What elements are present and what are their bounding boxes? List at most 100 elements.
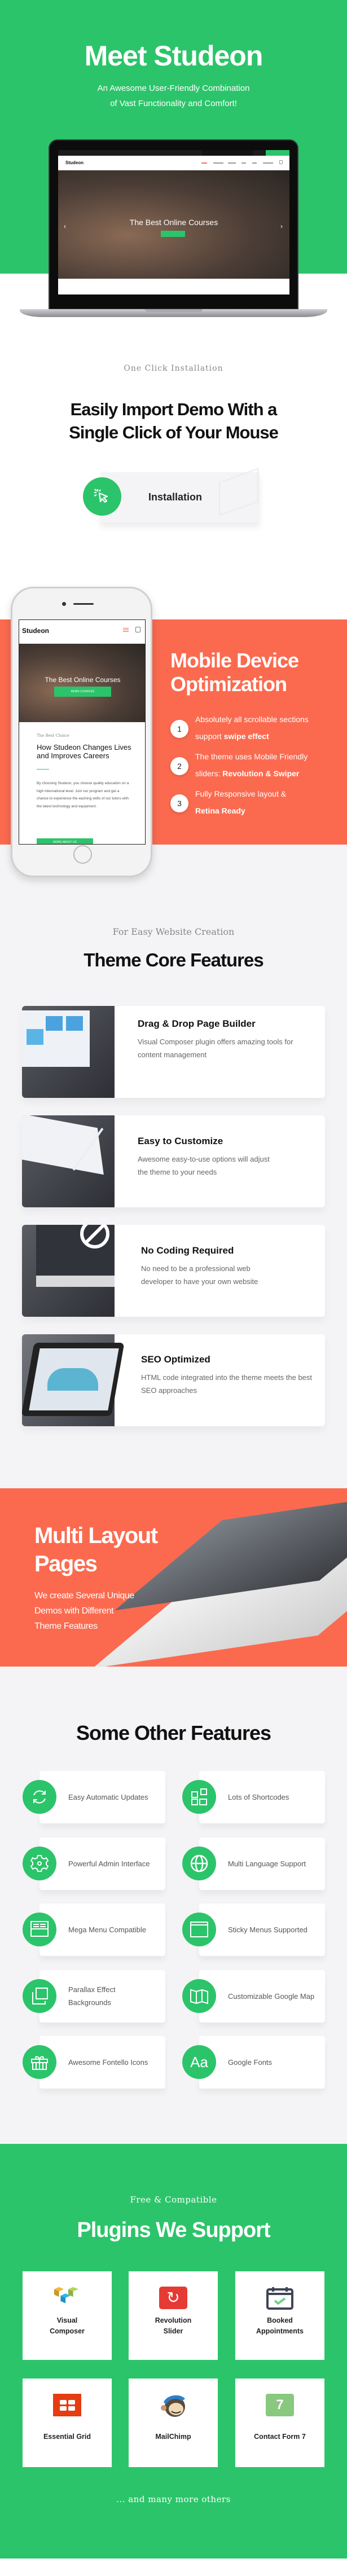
number-badge: 3 — [170, 794, 188, 812]
number-badge: 2 — [170, 757, 188, 775]
number-badge: 1 — [170, 720, 188, 738]
font-icon: Aa — [182, 2045, 216, 2079]
phone-camera — [62, 602, 66, 606]
laptop-notch — [145, 309, 203, 312]
phone-slide-button: MORE COURCES — [54, 687, 111, 697]
feature-item: Multi Language Support — [199, 1837, 325, 1890]
mobile-item-text-bold: Retina Ready — [195, 806, 245, 815]
seo-image — [22, 1334, 125, 1426]
install-eyebrow: One Click Installation — [124, 364, 223, 373]
hero-subtitle-line: An Awesome User-Friendly Combination — [97, 83, 250, 93]
mobile-item-text-regular: Fully Responsive layout & — [195, 789, 287, 798]
feature-item: Sticky Menus Supported — [199, 1904, 325, 1956]
plugin-name-line: MailChimp — [155, 2433, 191, 2441]
hero-subtitle: An Awesome User-Friendly Combination of … — [0, 81, 347, 111]
feature-card: SEO Optimized HTML code integrated into … — [22, 1334, 325, 1426]
box-icon — [219, 468, 258, 516]
mobile-title-line: Mobile Device — [170, 649, 299, 672]
feature-item-label: Easy Automatic Updates — [68, 1793, 148, 1801]
plugin-name-line: Slider — [163, 2327, 183, 2335]
feature-card-desc: No need to be a professional web develop… — [141, 1264, 258, 1286]
customize-image — [22, 1115, 115, 1207]
plugin-name-line: Contact Form 7 — [254, 2433, 306, 2441]
plugin-name: Booked Appointments — [235, 2315, 324, 2337]
plugins-footer: ... and many more others — [116, 2494, 231, 2504]
next-arrow-icon: › — [280, 222, 283, 230]
plugin-name: Revolution Slider — [129, 2315, 218, 2337]
feature-card-desc: Visual Composer plugin offers amazing to… — [138, 1038, 293, 1059]
plugins-eyebrow: Free & Compatible — [130, 2195, 217, 2205]
core-title: Theme Core Features — [84, 949, 263, 970]
multi-layout-title: Multi Layout Pages — [34, 1522, 158, 1578]
plugin-card: Booked Appointments — [235, 2271, 324, 2360]
feature-item: Easy Automatic Updates — [39, 1771, 165, 1823]
feature-item: Lots of Shortcodes — [199, 1771, 325, 1823]
feature-item: Parallax Effect Backgrounds — [39, 1970, 165, 2023]
cf7-badge: 7 — [266, 2394, 294, 2416]
plugin-name-line: Appointments — [256, 2327, 304, 2335]
laptop-search — [202, 150, 253, 156]
laptop-topbar — [58, 150, 289, 156]
laptop-hero-image: The Best Online Courses ‹ › — [58, 170, 289, 279]
feature-card-title: Easy to Customize — [138, 1136, 223, 1146]
installation-label: Installation — [148, 491, 203, 503]
phone-home-button — [73, 845, 92, 864]
plugin-name: Contact Form 7 — [235, 2432, 324, 2442]
plugins-title: Plugins We Support — [77, 2218, 270, 2242]
mobile-item-text: Fully Responsive layout & Retina Ready — [195, 785, 308, 819]
mobile-item-text-bold: swipe effect — [223, 732, 269, 741]
nav-item — [228, 162, 236, 164]
multi-layout-title-line: Pages — [34, 1551, 98, 1576]
feature-item-label: Sticky Menus Supported — [228, 1926, 308, 1934]
gear-icon — [23, 1846, 56, 1880]
feature-item-label: Customizable Google Map — [228, 1992, 315, 2001]
visual-composer-icon — [53, 2286, 81, 2310]
no-coding-image — [22, 1225, 115, 1317]
plugin-card: Essential Grid — [23, 2379, 112, 2467]
phone-heading: How Studeon Changes Lives and Improves C… — [37, 743, 131, 760]
install-heading-line: Single Click of Your Mouse — [69, 423, 279, 442]
nav-item — [213, 162, 223, 164]
feature-card-title: No Coding Required — [141, 1245, 234, 1256]
feature-card: No Coding Required No need to be a profe… — [22, 1225, 325, 1317]
laptop-register-button — [266, 150, 289, 156]
phone-logo: Studeon — [22, 627, 49, 635]
installation-button[interactable]: Installation — [100, 468, 260, 522]
cart-icon — [135, 627, 140, 632]
laptop-screen: Studeon The Best Online Courses ‹ › — [58, 150, 289, 294]
plugin-name-line: Essential Grid — [43, 2433, 91, 2441]
feature-item-label: Google Fonts — [228, 2058, 273, 2067]
cart-icon — [279, 160, 283, 164]
multi-layout-desc-line: Theme Features — [34, 1621, 98, 1631]
mailchimp-icon — [159, 2393, 187, 2417]
phone-speaker — [73, 603, 94, 605]
feature-item: Google Fonts — [199, 2036, 325, 2089]
mega-menu-icon — [23, 1913, 56, 1946]
layers-icon — [23, 1979, 56, 2013]
multi-layout-desc-line: Demos with Different — [34, 1606, 114, 1616]
nav-item — [201, 162, 207, 164]
hamburger-icon — [123, 628, 129, 632]
phone-eyebrow: The Best Choice — [37, 733, 69, 738]
plugin-name: MailChimp — [129, 2432, 218, 2442]
calendar-check-icon — [266, 2286, 294, 2310]
shortcodes-icon — [182, 1780, 216, 1814]
mobile-item-text-bold: Revolution & Swiper — [222, 769, 300, 778]
feature-item-label: Parallax Effect Backgrounds — [68, 1985, 116, 2007]
feature-item-label: Multi Language Support — [228, 1859, 306, 1868]
revolution-slider-icon: ↻ — [159, 2286, 187, 2310]
mobile-item-text: The theme uses Mobile Friendly sliders: … — [195, 748, 331, 782]
plugin-card: 7 Contact Form 7 — [235, 2379, 324, 2467]
feature-card-title: SEO Optimized — [141, 1354, 210, 1365]
feature-card: Easy to Customize Awesome easy-to-use op… — [22, 1115, 325, 1207]
window-icon — [182, 1913, 216, 1946]
multi-layout-desc: We create Several Unique Demos with Diff… — [34, 1588, 134, 1634]
map-icon — [182, 1979, 216, 2013]
feature-item-label: Powerful Admin Interface — [68, 1859, 150, 1868]
refresh-icon — [23, 1780, 56, 1814]
core-eyebrow: For Easy Website Creation — [112, 926, 235, 937]
essential-grid-icon — [53, 2393, 81, 2417]
prev-arrow-icon: ‹ — [64, 222, 66, 230]
feature-card-title: Drag & Drop Page Builder — [138, 1018, 256, 1029]
plugin-card: ↻ Revolution Slider — [129, 2271, 218, 2360]
